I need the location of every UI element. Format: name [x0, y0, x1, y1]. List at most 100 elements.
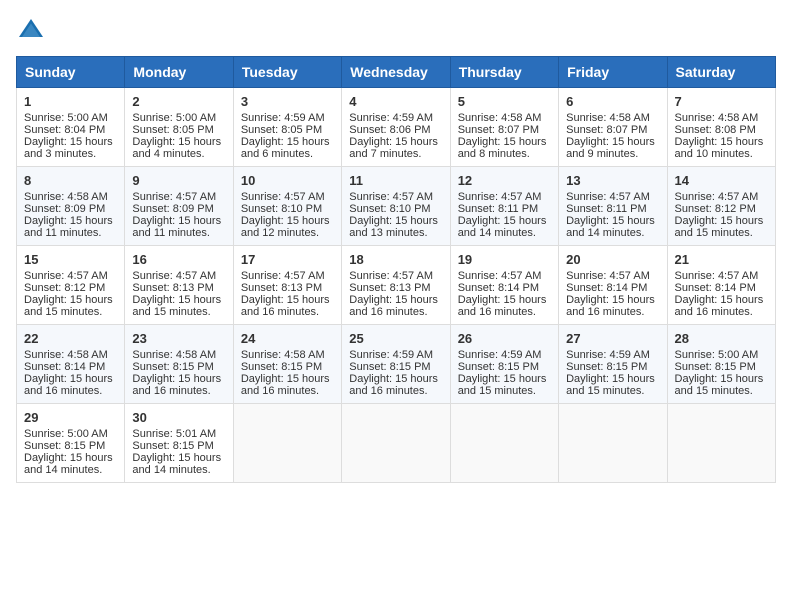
daylight-text: Daylight: 15 hours and 16 minutes.	[458, 294, 547, 318]
calendar-cell: 7Sunrise: 4:58 AMSunset: 8:08 PMDaylight…	[667, 88, 775, 167]
day-number: 19	[458, 252, 551, 267]
sunrise-text: Sunrise: 4:57 AM	[349, 191, 433, 203]
calendar-cell: 3Sunrise: 4:59 AMSunset: 8:05 PMDaylight…	[233, 88, 341, 167]
daylight-text: Daylight: 15 hours and 16 minutes.	[24, 373, 113, 397]
calendar-cell: 16Sunrise: 4:57 AMSunset: 8:13 PMDayligh…	[125, 246, 233, 325]
calendar-cell: 26 Sunrise: 4:59 AMSunset: 8:15 PMDayligh…	[450, 325, 558, 404]
logo-icon	[16, 16, 46, 46]
sunrise-text: Sunrise: 4:58 AM	[566, 112, 650, 124]
day-number: 11	[349, 173, 442, 188]
sunrise-text: Sunrise: 4:59 AM	[241, 112, 325, 124]
calendar-cell: 23Sunrise: 4:58 AMSunset: 8:15 PMDayligh…	[125, 325, 233, 404]
day-number: 17	[241, 252, 334, 267]
day-number: 6	[566, 94, 659, 109]
day-number: 5	[458, 94, 551, 109]
sunset-text: Sunset: 8:13 PM	[349, 282, 430, 294]
calendar-cell: 18Sunrise: 4:57 AMSunset: 8:13 PMDayligh…	[342, 246, 450, 325]
day-header-thursday: Thursday	[450, 57, 558, 88]
sunrise-text: Sunrise: 5:00 AM	[24, 112, 108, 124]
sunrise-text: Sunrise: 4:57 AM	[241, 191, 325, 203]
calendar-cell: 10Sunrise: 4:57 AMSunset: 8:10 PMDayligh…	[233, 167, 341, 246]
daylight-text: Daylight: 15 hours and 11 minutes.	[24, 215, 113, 239]
daylight-text: Daylight: 15 hours and 4 minutes.	[132, 136, 221, 160]
daylight-text: Daylight: 15 hours and 12 minutes.	[241, 215, 330, 239]
daylight-text: Daylight: 15 hours and 15 minutes.	[458, 373, 547, 397]
day-number: 27	[566, 331, 659, 346]
calendar-cell: 24Sunrise: 4:58 AMSunset: 8:15 PMDayligh…	[233, 325, 341, 404]
sunrise-text: Sunrise: 4:57 AM	[458, 191, 542, 203]
day-header-friday: Friday	[559, 57, 667, 88]
day-number: 23	[132, 331, 225, 346]
sunset-text: Sunset: 8:15 PM	[349, 361, 430, 373]
day-header-monday: Monday	[125, 57, 233, 88]
daylight-text: Daylight: 15 hours and 16 minutes.	[566, 294, 655, 318]
calendar-cell: 12Sunrise: 4:57 AMSunset: 8:11 PMDayligh…	[450, 167, 558, 246]
sunrise-text: Sunrise: 4:57 AM	[675, 191, 759, 203]
sunrise-text: Sunrise: 4:59 AM	[349, 112, 433, 124]
day-number: 2	[132, 94, 225, 109]
calendar-cell: 11Sunrise: 4:57 AMSunset: 8:10 PMDayligh…	[342, 167, 450, 246]
sunset-text: Sunset: 8:15 PM	[458, 361, 539, 373]
day-number: 16	[132, 252, 225, 267]
daylight-text: Daylight: 15 hours and 11 minutes.	[132, 215, 221, 239]
sunset-text: Sunset: 8:15 PM	[132, 361, 213, 373]
calendar-cell: 8Sunrise: 4:58 AMSunset: 8:09 PMDaylight…	[17, 167, 125, 246]
sunset-text: Sunset: 8:09 PM	[132, 203, 213, 215]
sunset-text: Sunset: 8:11 PM	[566, 203, 647, 215]
daylight-text: Daylight: 15 hours and 14 minutes.	[566, 215, 655, 239]
calendar-cell: 1Sunrise: 5:00 AMSunset: 8:04 PMDaylight…	[17, 88, 125, 167]
day-number: 26	[458, 331, 551, 346]
daylight-text: Daylight: 15 hours and 13 minutes.	[349, 215, 438, 239]
daylight-text: Daylight: 15 hours and 14 minutes.	[132, 452, 221, 476]
daylight-text: Daylight: 15 hours and 6 minutes.	[241, 136, 330, 160]
daylight-text: Daylight: 15 hours and 15 minutes.	[24, 294, 113, 318]
sunrise-text: Sunrise: 4:58 AM	[675, 112, 759, 124]
header	[16, 16, 776, 46]
day-header-wednesday: Wednesday	[342, 57, 450, 88]
sunset-text: Sunset: 8:11 PM	[458, 203, 539, 215]
sunset-text: Sunset: 8:06 PM	[349, 124, 430, 136]
calendar-cell: 4Sunrise: 4:59 AMSunset: 8:06 PMDaylight…	[342, 88, 450, 167]
calendar-week-row: 22Sunrise: 4:58 AMSunset: 8:14 PMDayligh…	[17, 325, 776, 404]
sunrise-text: Sunrise: 4:57 AM	[566, 270, 650, 282]
calendar-cell: 20Sunrise: 4:57 AMSunset: 8:14 PMDayligh…	[559, 246, 667, 325]
sunrise-text: Sunrise: 4:59 AM	[458, 349, 542, 361]
calendar-cell: 17Sunrise: 4:57 AMSunset: 8:13 PMDayligh…	[233, 246, 341, 325]
calendar-cell: 13Sunrise: 4:57 AMSunset: 8:11 PMDayligh…	[559, 167, 667, 246]
calendar-cell-empty	[450, 404, 558, 483]
day-header-saturday: Saturday	[667, 57, 775, 88]
daylight-text: Daylight: 15 hours and 16 minutes.	[241, 294, 330, 318]
daylight-text: Daylight: 15 hours and 9 minutes.	[566, 136, 655, 160]
sunrise-text: Sunrise: 4:57 AM	[24, 270, 108, 282]
calendar-cell-empty	[559, 404, 667, 483]
day-header-sunday: Sunday	[17, 57, 125, 88]
sunrise-text: Sunrise: 4:57 AM	[241, 270, 325, 282]
calendar-week-row: 1Sunrise: 5:00 AMSunset: 8:04 PMDaylight…	[17, 88, 776, 167]
daylight-text: Daylight: 15 hours and 16 minutes.	[241, 373, 330, 397]
day-number: 15	[24, 252, 117, 267]
day-number: 9	[132, 173, 225, 188]
day-number: 10	[241, 173, 334, 188]
day-number: 30	[132, 410, 225, 425]
sunset-text: Sunset: 8:12 PM	[675, 203, 756, 215]
sunrise-text: Sunrise: 5:00 AM	[132, 112, 216, 124]
calendar-week-row: 29Sunrise: 5:00 AMSunset: 8:15 PMDayligh…	[17, 404, 776, 483]
day-number: 18	[349, 252, 442, 267]
day-number: 28	[675, 331, 768, 346]
sunrise-text: Sunrise: 4:57 AM	[132, 270, 216, 282]
daylight-text: Daylight: 15 hours and 8 minutes.	[458, 136, 547, 160]
sunset-text: Sunset: 8:12 PM	[24, 282, 105, 294]
calendar-cell: 22Sunrise: 4:58 AMSunset: 8:14 PMDayligh…	[17, 325, 125, 404]
calendar-cell: 27Sunrise: 4:59 AMSunset: 8:15 PMDayligh…	[559, 325, 667, 404]
daylight-text: Daylight: 15 hours and 16 minutes.	[132, 373, 221, 397]
calendar-cell: 21Sunrise: 4:57 AMSunset: 8:14 PMDayligh…	[667, 246, 775, 325]
day-number: 4	[349, 94, 442, 109]
calendar-cell: 29Sunrise: 5:00 AMSunset: 8:15 PMDayligh…	[17, 404, 125, 483]
sunset-text: Sunset: 8:14 PM	[675, 282, 756, 294]
logo	[16, 16, 50, 46]
sunrise-text: Sunrise: 4:58 AM	[24, 191, 108, 203]
calendar-week-row: 8Sunrise: 4:58 AMSunset: 8:09 PMDaylight…	[17, 167, 776, 246]
sunrise-text: Sunrise: 4:58 AM	[24, 349, 108, 361]
daylight-text: Daylight: 15 hours and 10 minutes.	[675, 136, 764, 160]
sunset-text: Sunset: 8:15 PM	[241, 361, 322, 373]
